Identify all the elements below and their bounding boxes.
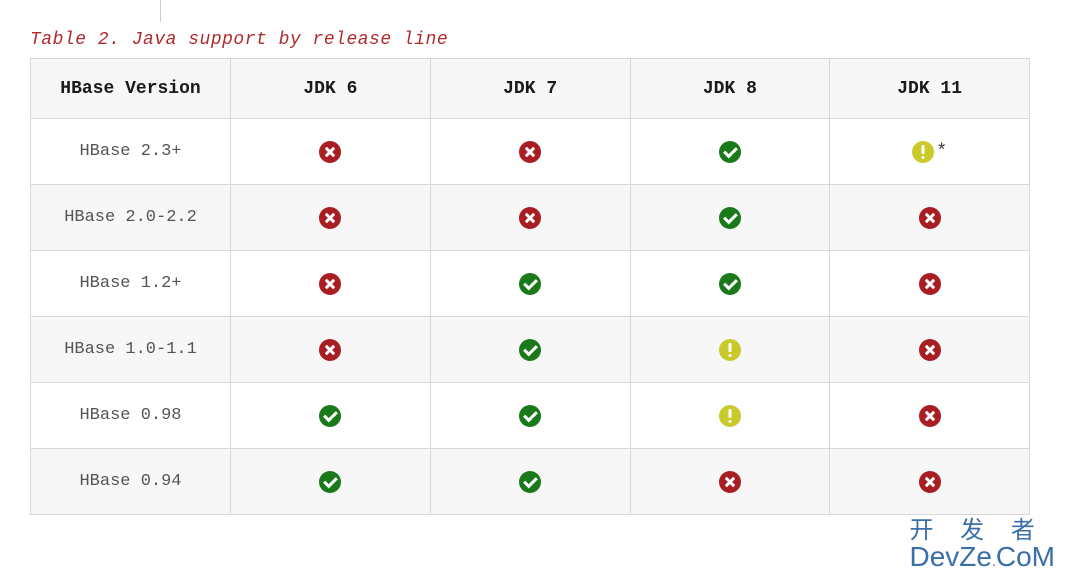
cross-icon bbox=[519, 207, 541, 229]
status-cell bbox=[830, 251, 1030, 317]
check-icon bbox=[319, 471, 341, 493]
table-row: HBase 2.0-2.2 bbox=[31, 185, 1030, 251]
cross-icon bbox=[319, 339, 341, 361]
col-header-jdk11: JDK 11 bbox=[830, 59, 1030, 119]
warning-icon bbox=[719, 339, 741, 361]
check-icon bbox=[519, 339, 541, 361]
status-cell bbox=[231, 449, 431, 515]
status-cell bbox=[830, 317, 1030, 383]
table-row: HBase 0.98 bbox=[31, 383, 1030, 449]
check-icon bbox=[719, 273, 741, 295]
col-header-jdk6: JDK 6 bbox=[231, 59, 431, 119]
table-body: HBase 2.3+*HBase 2.0-2.2HBase 1.2+HBase … bbox=[31, 119, 1030, 515]
status-cell bbox=[231, 251, 431, 317]
cross-icon bbox=[719, 471, 741, 493]
table-row: HBase 1.0-1.1 bbox=[31, 317, 1030, 383]
table-caption: Table 2. Java support by release line bbox=[30, 30, 1043, 50]
cross-icon bbox=[319, 273, 341, 295]
table-row: HBase 0.94 bbox=[31, 449, 1030, 515]
status-cell bbox=[430, 185, 630, 251]
cross-icon bbox=[919, 405, 941, 427]
watermark: 开 发 者 DevZe.CoM bbox=[910, 519, 1055, 571]
status-cell bbox=[630, 317, 830, 383]
cross-icon bbox=[919, 273, 941, 295]
version-cell: HBase 1.0-1.1 bbox=[31, 317, 231, 383]
cross-icon bbox=[319, 141, 341, 163]
status-cell bbox=[830, 449, 1030, 515]
status-cell bbox=[231, 185, 431, 251]
status-cell bbox=[430, 449, 630, 515]
version-cell: HBase 2.3+ bbox=[31, 119, 231, 185]
cross-icon bbox=[919, 471, 941, 493]
status-cell bbox=[430, 383, 630, 449]
watermark-bottom: DevZe.CoM bbox=[910, 543, 1055, 571]
table-row: HBase 1.2+ bbox=[31, 251, 1030, 317]
status-cell bbox=[630, 251, 830, 317]
status-cell bbox=[630, 119, 830, 185]
status-cell bbox=[430, 317, 630, 383]
status-cell bbox=[430, 119, 630, 185]
check-icon bbox=[519, 273, 541, 295]
status-cell bbox=[830, 383, 1030, 449]
warning-icon bbox=[719, 405, 741, 427]
col-header-version: HBase Version bbox=[31, 59, 231, 119]
decorative-divider bbox=[160, 0, 161, 22]
cross-icon bbox=[319, 207, 341, 229]
status-cell bbox=[231, 383, 431, 449]
warning-icon bbox=[912, 141, 934, 163]
status-cell bbox=[231, 119, 431, 185]
status-cell bbox=[830, 185, 1030, 251]
status-cell bbox=[630, 383, 830, 449]
check-icon bbox=[719, 207, 741, 229]
status-cell bbox=[430, 251, 630, 317]
col-header-jdk7: JDK 7 bbox=[430, 59, 630, 119]
table-row: HBase 2.3+ * bbox=[31, 119, 1030, 185]
version-cell: HBase 1.2+ bbox=[31, 251, 231, 317]
watermark-top: 开 发 者 bbox=[910, 519, 1055, 543]
check-icon bbox=[519, 471, 541, 493]
col-header-jdk8: JDK 8 bbox=[630, 59, 830, 119]
version-cell: HBase 0.94 bbox=[31, 449, 231, 515]
cross-icon bbox=[919, 207, 941, 229]
cross-icon bbox=[919, 339, 941, 361]
status-cell bbox=[231, 317, 431, 383]
version-cell: HBase 2.0-2.2 bbox=[31, 185, 231, 251]
check-icon bbox=[519, 405, 541, 427]
status-cell: * bbox=[830, 119, 1030, 185]
header-row: HBase Version JDK 6 JDK 7 JDK 8 JDK 11 bbox=[31, 59, 1030, 119]
status-cell bbox=[630, 185, 830, 251]
status-cell bbox=[630, 449, 830, 515]
version-cell: HBase 0.98 bbox=[31, 383, 231, 449]
cross-icon bbox=[519, 141, 541, 163]
support-table: HBase Version JDK 6 JDK 7 JDK 8 JDK 11 H… bbox=[30, 58, 1030, 515]
check-icon bbox=[719, 141, 741, 163]
check-icon bbox=[319, 405, 341, 427]
footnote-marker: * bbox=[936, 142, 947, 162]
